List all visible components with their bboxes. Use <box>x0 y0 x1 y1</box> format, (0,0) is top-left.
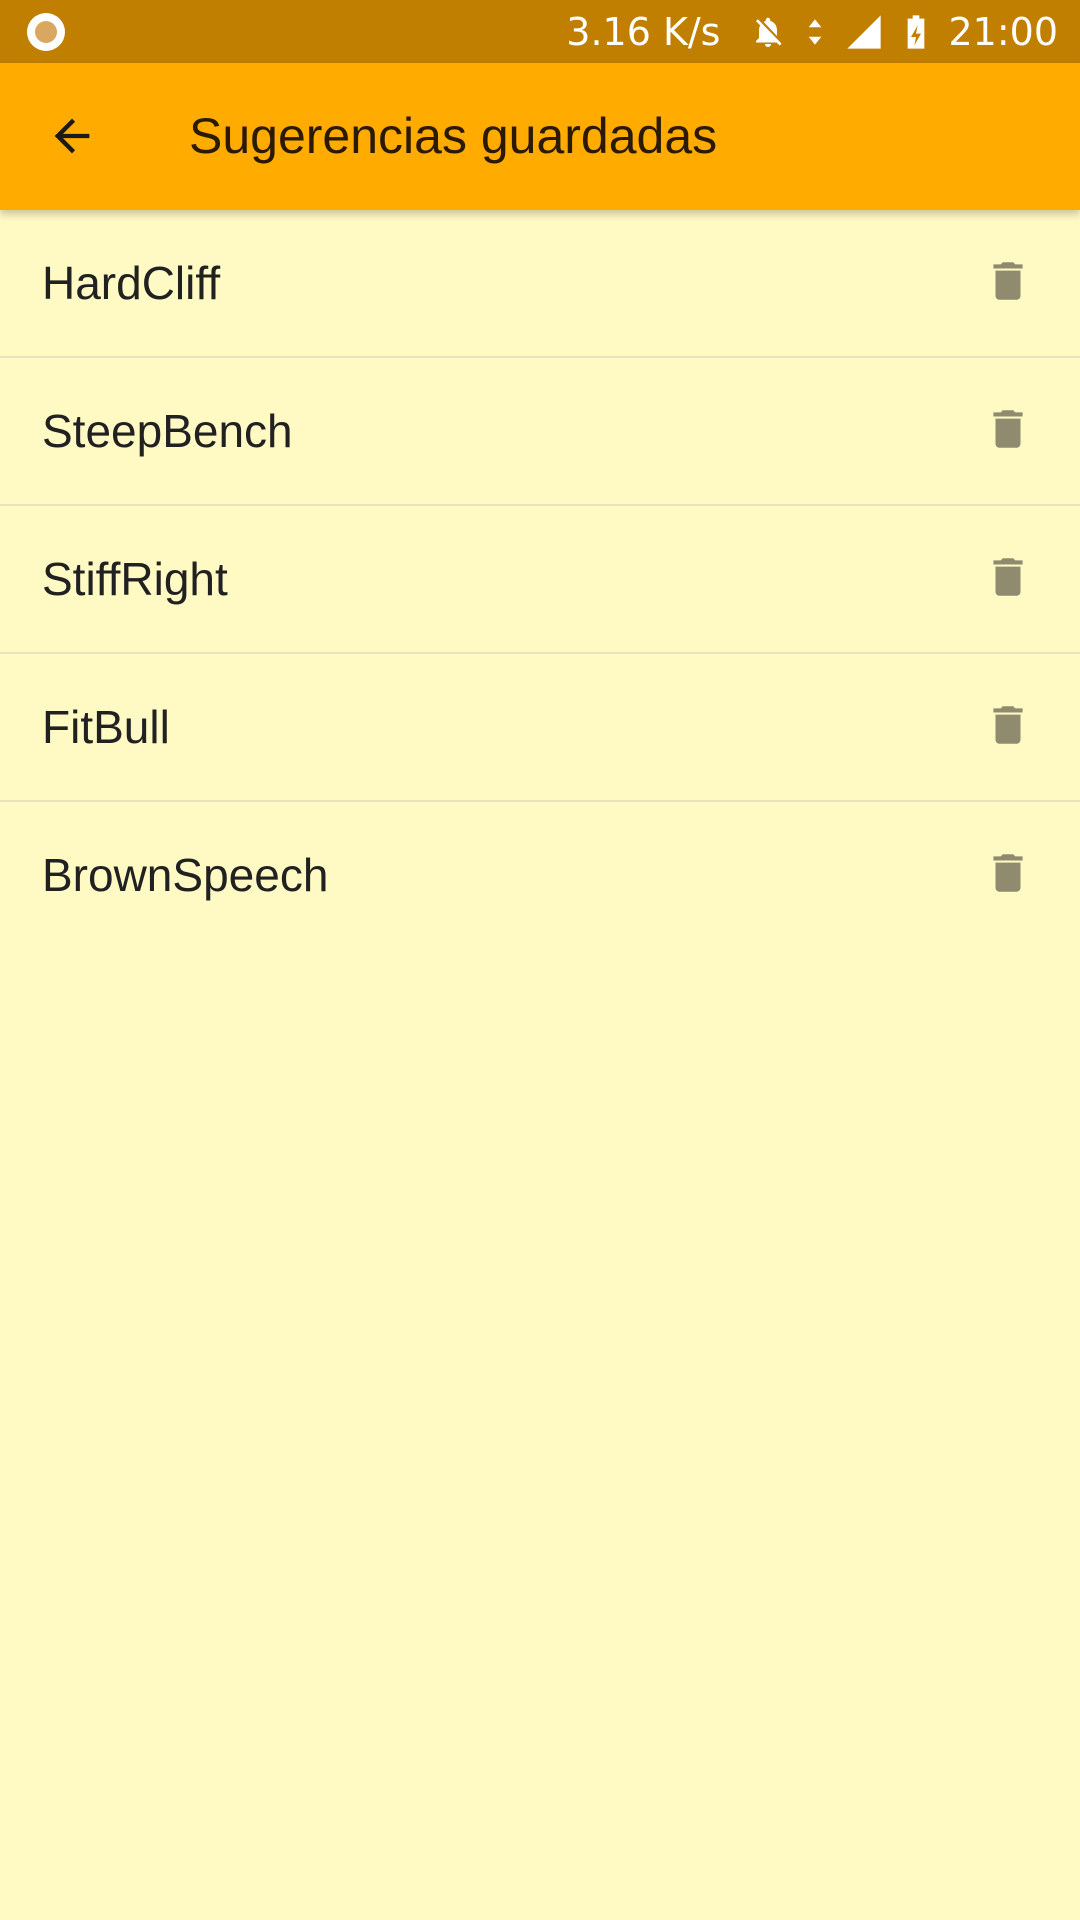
list-item: HardCliff <box>0 210 1080 358</box>
suggestion-label: HardCliff <box>42 257 221 309</box>
signal-icon <box>844 12 884 52</box>
delete-icon <box>983 253 1033 314</box>
network-speed: 3.16 K/s <box>566 9 721 54</box>
delete-button[interactable] <box>978 253 1038 313</box>
page-title: Sugerencias guardadas <box>189 108 718 164</box>
status-bar: 3.16 K/s 21:00 <box>0 0 1080 63</box>
notification-dot-icon <box>27 13 65 51</box>
bell-off-icon <box>750 13 786 51</box>
list-item: BrownSpeech <box>0 802 1080 948</box>
battery-charging-icon <box>902 12 930 52</box>
suggestion-label: BrownSpeech <box>42 849 329 901</box>
saved-suggestions-list: HardCliff SteepBench StiffRight FitBull <box>0 210 1080 948</box>
suggestion-label: FitBull <box>42 701 170 753</box>
arrow-back-icon <box>46 110 98 167</box>
list-item: SteepBench <box>0 358 1080 506</box>
clock: 21:00 <box>948 9 1058 54</box>
delete-button[interactable] <box>978 697 1038 757</box>
suggestion-label: StiffRight <box>42 553 228 605</box>
delete-icon <box>983 401 1033 462</box>
delete-button[interactable] <box>978 549 1038 609</box>
back-button[interactable] <box>30 96 114 180</box>
delete-icon <box>983 697 1033 758</box>
status-bar-right: 3.16 K/s 21:00 <box>566 0 1058 63</box>
list-item: StiffRight <box>0 506 1080 654</box>
app-bar: Sugerencias guardadas <box>0 63 1080 210</box>
delete-button[interactable] <box>978 845 1038 905</box>
suggestion-label: SteepBench <box>42 405 293 457</box>
list-item: FitBull <box>0 654 1080 802</box>
data-arrows-icon <box>804 13 826 51</box>
delete-icon <box>983 845 1033 906</box>
delete-icon <box>983 549 1033 610</box>
delete-button[interactable] <box>978 401 1038 461</box>
